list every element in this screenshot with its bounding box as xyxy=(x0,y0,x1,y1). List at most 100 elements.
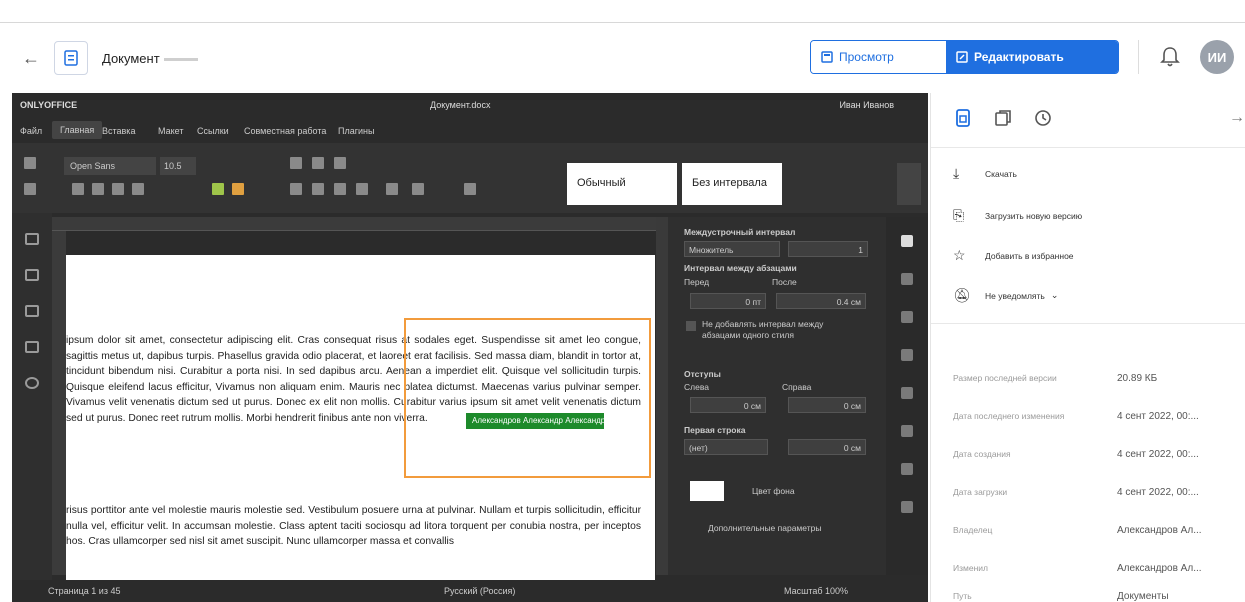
style-normal[interactable]: Обычный xyxy=(567,163,677,205)
comments-icon[interactable] xyxy=(25,269,39,281)
style-no-spacing[interactable]: Без интервала xyxy=(682,163,782,205)
upload-icon: ⎘ xyxy=(953,207,965,223)
align-left-icon[interactable] xyxy=(290,183,302,195)
chart-settings-icon[interactable] xyxy=(901,425,913,437)
align-center-icon[interactable] xyxy=(312,183,324,195)
favorite-action[interactable]: ☆ Добавить в избранное xyxy=(953,247,1074,264)
align-right-icon[interactable] xyxy=(334,183,346,195)
paragraph-settings-icon[interactable] xyxy=(901,235,913,247)
right-indent-input[interactable]: 0 см xyxy=(788,397,866,413)
first-line-select[interactable]: (нет) xyxy=(684,439,768,455)
history-tab-icon[interactable] xyxy=(1033,108,1053,128)
collapse-sidebar-icon[interactable]: → xyxy=(1229,109,1245,127)
document-type-icon xyxy=(54,41,88,75)
editor-titlebar: ONLYOFFICE Документ.docx Иван Иванов xyxy=(12,93,928,117)
document-name[interactable]: Документ xyxy=(102,51,198,66)
table-settings-icon[interactable] xyxy=(901,273,913,285)
language-indicator[interactable]: Русский (Россия) xyxy=(444,586,515,596)
left-indent-input[interactable]: 0 см xyxy=(690,397,766,413)
after-input[interactable]: 0.4 см xyxy=(776,293,866,309)
styles-dropdown[interactable] xyxy=(897,163,921,205)
user-avatar[interactable]: ИИ xyxy=(1200,40,1234,74)
before-label: Перед xyxy=(684,277,710,287)
header-footer-icon[interactable] xyxy=(901,349,913,361)
back-arrow-icon[interactable]: ← xyxy=(22,48,46,69)
first-line-input[interactable]: 0 см xyxy=(788,439,866,455)
sidebar-divider xyxy=(931,147,1245,148)
bg-color-swatch[interactable] xyxy=(690,481,724,501)
sidebar-divider-2 xyxy=(931,323,1245,324)
after-label: После xyxy=(772,277,797,287)
textart-settings-icon[interactable] xyxy=(901,463,913,475)
mode-switch: Просмотр Редактировать xyxy=(810,40,1119,74)
header-divider xyxy=(1138,40,1139,74)
shape-settings-icon[interactable] xyxy=(901,387,913,399)
menu-plugins[interactable]: Плагины xyxy=(338,126,374,136)
edit-icon xyxy=(956,51,968,63)
menu-collaboration[interactable]: Совместная работа xyxy=(244,126,326,136)
numbering-icon[interactable] xyxy=(312,157,324,169)
vertical-ruler[interactable] xyxy=(52,231,66,575)
bell-off-icon: 🔕︎ xyxy=(953,287,971,303)
navigation-icon[interactable] xyxy=(25,341,39,353)
status-bar: Страница 1 из 45 Русский (Россия) Масшта… xyxy=(12,580,928,602)
line-spacing-select[interactable]: Множитель xyxy=(684,241,780,257)
page-count[interactable]: Страница 1 из 45 xyxy=(48,586,120,596)
menu-home[interactable]: Главная xyxy=(52,121,103,139)
vertical-scrollbar[interactable] xyxy=(656,217,668,575)
bg-color-label: Цвет фона xyxy=(752,486,795,496)
download-action[interactable]: ⤓ Скачать xyxy=(953,165,1017,182)
view-mode-button[interactable]: Просмотр xyxy=(811,41,946,73)
right-toolbar xyxy=(886,217,928,575)
collaborator-selection xyxy=(404,318,651,478)
menu-insert[interactable]: Вставка xyxy=(102,126,135,136)
bell-icon[interactable] xyxy=(1160,46,1180,68)
shading-icon[interactable] xyxy=(412,183,424,195)
view-icon xyxy=(821,51,833,63)
no-interval-checkbox[interactable] xyxy=(686,321,696,331)
sidebar-tabs xyxy=(953,108,1053,128)
menu-references[interactable]: Ссылки xyxy=(197,126,229,136)
copy-style-icon[interactable] xyxy=(464,183,476,195)
left-sidebar xyxy=(12,213,52,602)
font-color-icon[interactable] xyxy=(232,183,244,195)
paste-icon[interactable] xyxy=(24,183,36,195)
underline-icon[interactable] xyxy=(112,183,124,195)
edit-mode-button[interactable]: Редактировать xyxy=(946,41,1118,73)
copy-icon[interactable] xyxy=(24,157,36,169)
strikethrough-icon[interactable] xyxy=(132,183,144,195)
line-spacing-input[interactable]: 1 xyxy=(788,241,868,257)
horizontal-ruler[interactable] xyxy=(52,217,656,231)
paragraph-marks-icon[interactable] xyxy=(386,183,398,195)
document-info-tab-icon[interactable] xyxy=(953,108,973,128)
about-icon[interactable] xyxy=(25,377,39,389)
font-size-select[interactable]: 10.5 xyxy=(160,157,196,175)
menu-layout[interactable]: Макет xyxy=(158,126,183,136)
justify-icon[interactable] xyxy=(356,183,368,195)
info-sidebar: → ⤓ Скачать ⎘ Загрузить новую версию ☆ Д… xyxy=(930,93,1245,602)
chevron-down-icon: ⌄ xyxy=(1050,290,1059,300)
search-icon[interactable] xyxy=(25,233,39,245)
para-spacing-label: Интервал между абзацами xyxy=(684,263,797,273)
image-settings-icon[interactable] xyxy=(901,311,913,323)
collaborator-tag: Александров Александр Александрович xyxy=(466,413,623,429)
upload-version-action[interactable]: ⎘ Загрузить новую версию xyxy=(953,207,1082,224)
chat-icon[interactable] xyxy=(25,305,39,317)
indents-label: Отступы xyxy=(684,369,721,379)
bold-icon[interactable] xyxy=(72,183,84,195)
menu-file[interactable]: Файл xyxy=(20,126,42,136)
versions-tab-icon[interactable] xyxy=(993,108,1013,128)
multilevel-icon[interactable] xyxy=(334,157,346,169)
bullets-icon[interactable] xyxy=(290,157,302,169)
document-page[interactable]: ipsum dolor sit amet, consectetur adipis… xyxy=(66,255,655,580)
advanced-settings-link[interactable]: Дополнительные параметры xyxy=(708,523,821,533)
notify-action[interactable]: 🔕︎ Не уведомлять ⌄ xyxy=(953,287,1058,304)
before-input[interactable]: 0 пт xyxy=(690,293,766,309)
first-line-label: Первая строка xyxy=(684,425,746,435)
font-select[interactable]: Open Sans xyxy=(64,157,156,175)
highlight-icon[interactable] xyxy=(212,183,224,195)
signature-icon[interactable] xyxy=(901,501,913,513)
paragraph-2[interactable]: risus porttitor ante vel molestie mauris… xyxy=(66,503,641,550)
zoom-indicator[interactable]: Масштаб 100% xyxy=(784,586,848,596)
italic-icon[interactable] xyxy=(92,183,104,195)
